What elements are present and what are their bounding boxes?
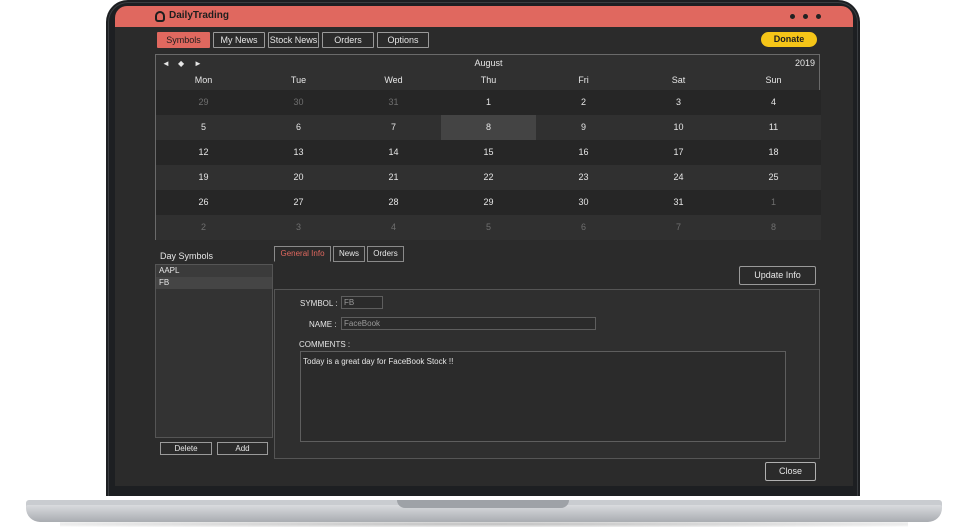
calendar-week: 26 27 28 29 30 31 1 — [156, 190, 821, 215]
dot-icon — [816, 14, 821, 19]
delete-button[interactable]: Delete — [160, 442, 212, 455]
calendar-day[interactable]: 7 — [346, 115, 441, 140]
calendar-day[interactable]: 27 — [251, 190, 346, 215]
tab-orders-info[interactable]: Orders — [367, 246, 404, 262]
tab-symbols[interactable]: Symbols — [157, 32, 210, 48]
calendar-day[interactable]: 2 — [156, 215, 251, 240]
app-logo-icon — [155, 11, 165, 22]
calendar-day-selected[interactable]: 8 — [441, 115, 536, 140]
app-title: DailyTrading — [169, 10, 230, 21]
calendar-week: 19 20 21 22 23 24 25 — [156, 165, 821, 190]
calendar-week: 29 30 31 1 2 3 4 — [156, 90, 821, 115]
calendar-year: 2019 — [794, 58, 815, 68]
calendar-day[interactable]: 15 — [441, 140, 536, 165]
calendar-day[interactable]: 8 — [726, 215, 821, 240]
calendar-grid: 29 30 31 1 2 3 4 5 6 7 8 9 10 11 12 13 1… — [156, 90, 821, 240]
name-label: NAME : — [309, 320, 337, 329]
calendar-day[interactable]: 19 — [156, 165, 251, 190]
calendar-day[interactable]: 21 — [346, 165, 441, 190]
calendar-week: 5 6 7 8 9 10 11 — [156, 115, 821, 140]
symbol-label: SYMBOL : — [300, 299, 338, 308]
calendar-week: 2 3 4 5 6 7 8 — [156, 215, 821, 240]
calendar-day[interactable]: 5 — [441, 215, 536, 240]
window-menu-icon[interactable] — [790, 14, 821, 19]
calendar-day[interactable]: 11 — [726, 115, 821, 140]
symbol-list[interactable]: AAPL FB — [155, 264, 273, 438]
update-info-button[interactable]: Update Info — [739, 266, 816, 285]
calendar-week: 12 13 14 15 16 17 18 — [156, 140, 821, 165]
weekday-label: Fri — [578, 75, 589, 85]
calendar-day[interactable]: 3 — [251, 215, 346, 240]
weekday-label: Sat — [671, 75, 686, 85]
calendar-day[interactable]: 29 — [156, 90, 251, 115]
calendar-day[interactable]: 10 — [631, 115, 726, 140]
weekday-label: Mon — [194, 75, 213, 85]
calendar-day[interactable]: 6 — [536, 215, 631, 240]
calendar-day[interactable]: 9 — [536, 115, 631, 140]
calendar-day[interactable]: 12 — [156, 140, 251, 165]
calendar-day[interactable]: 30 — [251, 90, 346, 115]
calendar-day[interactable]: 31 — [346, 90, 441, 115]
calendar: ◄ ◆ ► August 2019 Mon Tue Wed Thu Fri Sa… — [155, 54, 821, 240]
comments-label: COMMENTS : — [299, 340, 351, 349]
calendar-day[interactable]: 14 — [346, 140, 441, 165]
tab-stock-news[interactable]: Stock News — [268, 32, 319, 48]
calendar-day[interactable]: 2 — [536, 90, 631, 115]
weekday-label: Tue — [290, 75, 307, 85]
weekday-label: Thu — [480, 75, 497, 85]
weekday-label: Sun — [765, 75, 782, 85]
calendar-day[interactable]: 16 — [536, 140, 631, 165]
calendar-day[interactable]: 31 — [631, 190, 726, 215]
symbol-field[interactable] — [341, 296, 383, 309]
laptop-notch — [397, 500, 569, 508]
calendar-day[interactable]: 20 — [251, 165, 346, 190]
dot-icon — [803, 14, 808, 19]
calendar-day[interactable]: 3 — [631, 90, 726, 115]
dot-icon — [790, 14, 795, 19]
list-item[interactable]: AAPL — [156, 265, 272, 277]
calendar-day[interactable]: 5 — [156, 115, 251, 140]
calendar-day[interactable]: 30 — [536, 190, 631, 215]
calendar-day[interactable]: 24 — [631, 165, 726, 190]
calendar-day[interactable]: 7 — [631, 215, 726, 240]
calendar-day[interactable]: 23 — [536, 165, 631, 190]
calendar-day[interactable]: 1 — [726, 190, 821, 215]
calendar-day[interactable]: 26 — [156, 190, 251, 215]
calendar-day[interactable]: 1 — [441, 90, 536, 115]
weekday-label: Wed — [384, 75, 403, 85]
tab-my-news[interactable]: My News — [213, 32, 265, 48]
tab-general-info[interactable]: General Info — [274, 246, 331, 262]
calendar-day[interactable]: 18 — [726, 140, 821, 165]
calendar-day[interactable]: 28 — [346, 190, 441, 215]
add-button[interactable]: Add — [217, 442, 268, 455]
calendar-day[interactable]: 13 — [251, 140, 346, 165]
calendar-day[interactable]: 4 — [346, 215, 441, 240]
calendar-day[interactable]: 22 — [441, 165, 536, 190]
list-item-selected[interactable]: FB — [156, 277, 272, 289]
title-bar: DailyTrading — [115, 6, 853, 27]
name-field[interactable] — [341, 317, 596, 330]
tab-news[interactable]: News — [333, 246, 365, 262]
calendar-day[interactable]: 4 — [726, 90, 821, 115]
calendar-month: August — [474, 58, 503, 68]
day-symbols-heading: Day Symbols — [160, 251, 214, 261]
close-button[interactable]: Close — [765, 462, 816, 481]
donate-button[interactable]: Donate — [761, 32, 817, 47]
calendar-day[interactable]: 25 — [726, 165, 821, 190]
calendar-day[interactable]: 6 — [251, 115, 346, 140]
tab-orders[interactable]: Orders — [322, 32, 374, 48]
tab-options[interactable]: Options — [377, 32, 429, 48]
comments-field[interactable]: Today is a great day for FaceBook Stock … — [300, 351, 786, 442]
weekday-header: Mon Tue Wed Thu Fri Sat Sun — [156, 75, 821, 85]
calendar-day[interactable]: 29 — [441, 190, 536, 215]
calendar-day[interactable]: 17 — [631, 140, 726, 165]
app-window: DailyTrading Symbols My News Stock News … — [115, 6, 853, 486]
